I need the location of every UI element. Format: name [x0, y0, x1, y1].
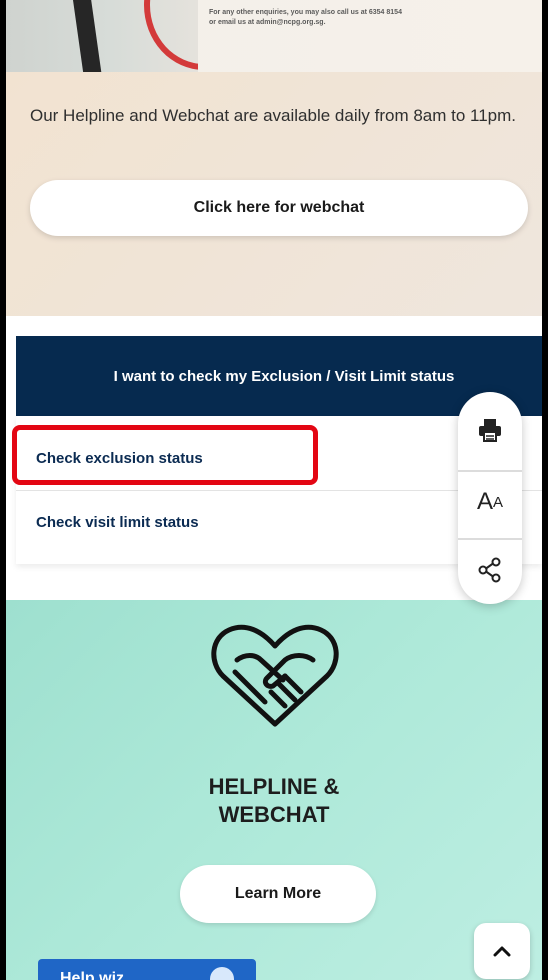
hero-note-line2: or email us at admin@ncpg.org.sg.	[209, 19, 326, 26]
hero-photo-pole	[71, 0, 103, 72]
page-frame: For any other enquiries, you may also ca…	[6, 0, 542, 980]
heart-handshake-icon	[211, 624, 339, 727]
share-icon	[478, 557, 501, 583]
helpline-promo-section: HELPLINE & WEBCHAT Learn More Help wiz	[6, 600, 542, 980]
promo-title-line2: WEBCHAT	[218, 802, 330, 827]
chevron-up-icon	[493, 946, 511, 957]
chat-bubble-icon	[210, 967, 234, 980]
floating-toolbar: AA	[458, 392, 522, 604]
printer-icon	[479, 419, 501, 442]
promo-title-line1: HELPLINE &	[208, 774, 340, 799]
promo-title: HELPLINE & WEBCHAT	[6, 773, 542, 829]
helpline-section: Our Helpline and Webchat are available d…	[6, 72, 542, 316]
hero-banner: For any other enquiries, you may also ca…	[6, 0, 542, 72]
text-size-large-glyph: A	[476, 488, 493, 515]
hero-note-line1: For any other enquiries, you may also ca…	[209, 9, 402, 16]
status-title: I want to check my Exclusion / Visit Lim…	[113, 367, 455, 385]
print-button[interactable]	[458, 400, 522, 460]
webchat-button[interactable]: Click here for webchat	[30, 180, 528, 236]
help-wiz-label: Help wiz	[60, 970, 125, 980]
help-wiz-button[interactable]: Help wiz	[38, 959, 256, 980]
text-size-button[interactable]: AA	[458, 470, 522, 532]
hero-photo	[6, 0, 198, 72]
text-size-small-glyph: A	[493, 493, 504, 511]
helpline-availability-text: Our Helpline and Webchat are available d…	[30, 106, 517, 125]
hero-photo-ring	[144, 0, 198, 70]
share-button[interactable]	[458, 538, 522, 600]
hero-contact-note: For any other enquiries, you may also ca…	[209, 8, 539, 28]
scroll-to-top-button[interactable]	[474, 923, 530, 979]
learn-more-button[interactable]: Learn More	[180, 865, 376, 923]
